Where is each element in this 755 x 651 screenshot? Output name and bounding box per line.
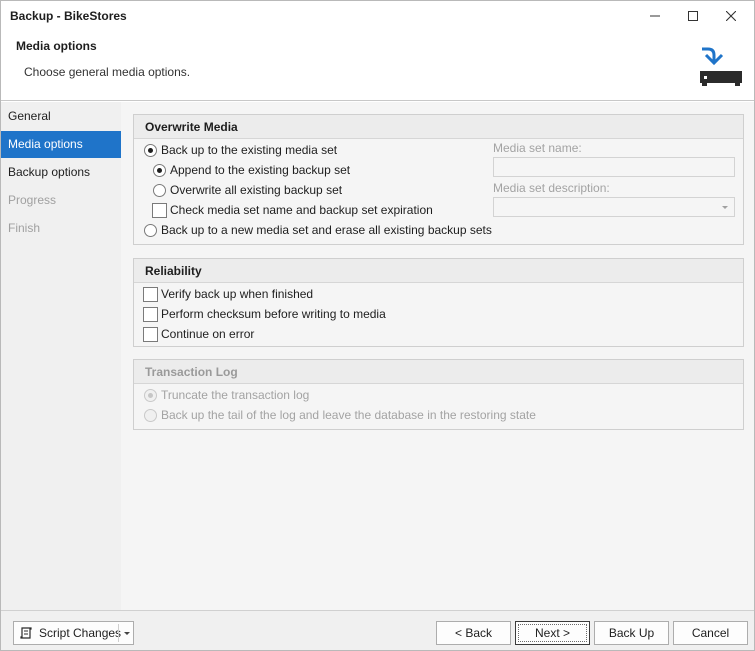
media-set-name-input[interactable] (493, 157, 735, 177)
wizard-sidebar: General Media options Backup options Pro… (1, 102, 121, 610)
append-existing-backup-radio[interactable]: Append to the existing backup set (153, 161, 350, 179)
radio-indicator (144, 388, 157, 402)
radio-indicator (153, 163, 166, 177)
transaction-log-heading: Transaction Log (134, 360, 743, 384)
overwrite-all-backup-radio[interactable]: Overwrite all existing backup set (153, 181, 342, 199)
backup-to-device-icon (700, 47, 742, 86)
backup-new-media-radio[interactable]: Back up to a new media set and erase all… (144, 221, 492, 239)
transaction-log-group: Transaction Log Truncate the transaction… (133, 359, 744, 430)
script-icon (19, 626, 33, 640)
page-title: Media options (16, 39, 97, 53)
sidebar-item-finish: Finish (8, 221, 41, 235)
script-changes-button[interactable]: Script Changes (13, 621, 134, 645)
back-button[interactable]: < Back (436, 621, 511, 645)
overwrite-all-backup-label: Overwrite all existing backup set (170, 183, 343, 197)
sidebar-item-progress: Progress (8, 193, 57, 207)
backup-dialog: Backup - BikeStores Media options Choose… (0, 0, 755, 651)
dialog-footer: Script Changes < Back Next > Back Up Can… (1, 610, 754, 650)
perform-checksum-checkbox[interactable]: Perform checksum before writing to media (143, 305, 386, 323)
checkbox-indicator (143, 286, 158, 302)
backup-existing-media-radio[interactable]: Back up to the existing media set (144, 141, 337, 159)
checkbox-indicator (143, 306, 158, 322)
append-existing-backup-label: Append to the existing backup set (170, 163, 351, 177)
backup-tail-log-radio: Back up the tail of the log and leave th… (144, 406, 536, 424)
back-up-button[interactable]: Back Up (594, 621, 669, 645)
perform-checksum-label: Perform checksum before writing to media (161, 307, 386, 321)
radio-indicator (144, 223, 157, 237)
media-set-name-label: Media set name: (493, 141, 582, 155)
maximize-icon (688, 11, 698, 21)
checkbox-indicator (143, 326, 158, 342)
cancel-button[interactable]: Cancel (673, 621, 748, 645)
backup-new-media-label: Back up to a new media set and erase all… (161, 223, 492, 237)
sidebar-item-media-options[interactable]: Media options (1, 131, 121, 158)
minimize-icon (650, 15, 660, 17)
truncate-log-label: Truncate the transaction log (161, 388, 310, 402)
check-media-set-checkbox[interactable]: Check media set name and backup set expi… (152, 201, 433, 219)
minimize-button[interactable] (637, 1, 673, 31)
checkbox-indicator (152, 202, 167, 218)
verify-backup-checkbox[interactable]: Verify back up when finished (143, 285, 313, 303)
verify-backup-label: Verify back up when finished (161, 287, 314, 301)
next-button[interactable]: Next > (515, 621, 590, 645)
main-content: Overwrite Media Back up to the existing … (121, 102, 754, 610)
chevron-down-icon (722, 206, 728, 209)
split-separator (118, 624, 119, 642)
window-title: Backup - BikeStores (10, 9, 127, 23)
continue-on-error-label: Continue on error (161, 327, 255, 341)
reliability-group: Reliability Verify back up when finished… (133, 258, 744, 347)
media-set-description-combo[interactable] (493, 197, 735, 217)
media-set-description-label: Media set description: (493, 181, 610, 195)
radio-indicator (153, 183, 166, 197)
overwrite-media-group: Overwrite Media Back up to the existing … (133, 114, 744, 245)
maximize-button[interactable] (675, 1, 711, 31)
script-changes-label: Script Changes (39, 626, 122, 640)
backup-existing-media-label: Back up to the existing media set (161, 143, 338, 157)
radio-indicator (144, 143, 157, 157)
page-subtitle: Choose general media options. (24, 65, 191, 79)
sidebar-item-backup-options[interactable]: Backup options (1, 159, 121, 186)
radio-indicator (144, 408, 157, 422)
page-header: Media options Choose general media optio… (1, 31, 754, 101)
continue-on-error-checkbox[interactable]: Continue on error (143, 325, 254, 343)
reliability-heading: Reliability (134, 259, 743, 283)
backup-tail-log-label: Back up the tail of the log and leave th… (161, 408, 536, 422)
sidebar-item-general[interactable]: General (1, 103, 121, 130)
overwrite-media-heading: Overwrite Media (134, 115, 743, 139)
check-media-set-label: Check media set name and backup set expi… (170, 203, 433, 217)
truncate-log-radio: Truncate the transaction log (144, 386, 309, 404)
close-button[interactable] (713, 1, 749, 31)
close-icon (726, 11, 736, 21)
title-bar: Backup - BikeStores (1, 1, 754, 31)
chevron-down-icon[interactable] (124, 632, 130, 635)
